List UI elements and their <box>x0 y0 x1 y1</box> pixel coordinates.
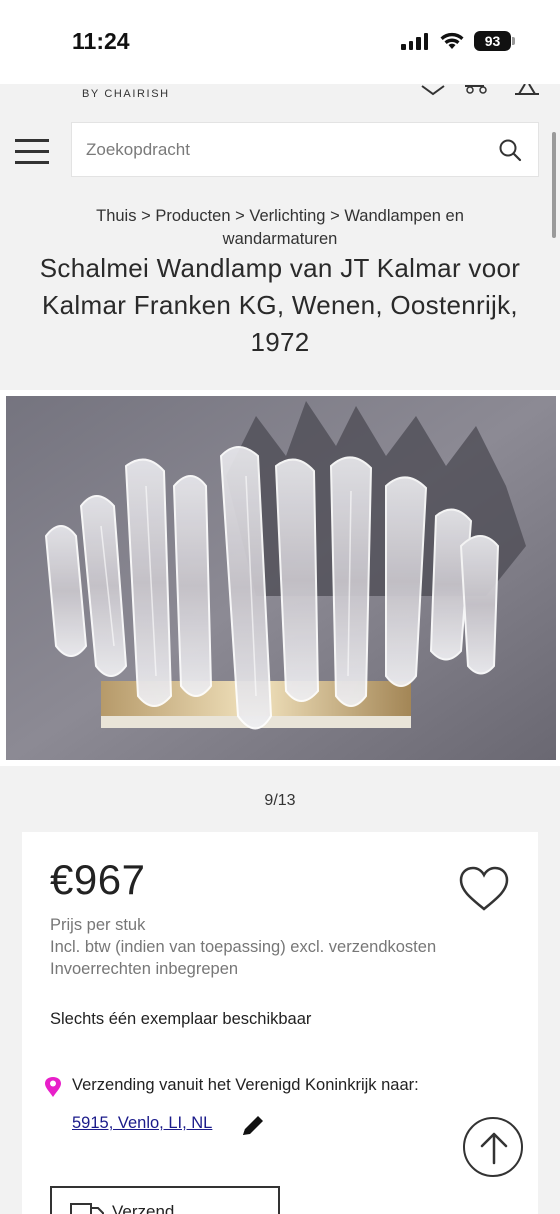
search-bar[interactable] <box>71 122 539 177</box>
product-image-carousel[interactable] <box>0 390 560 766</box>
pin-icon <box>45 1077 61 1097</box>
price: €967 <box>50 856 146 903</box>
shipping-quote-label: Verzend... <box>112 1202 189 1214</box>
duties-note: Invoerrechten inbegrepen <box>50 960 239 978</box>
breadcrumb-products[interactable]: Producten <box>155 207 230 225</box>
breadcrumb: Thuis > Producten > Verlichting > Wandla… <box>40 205 520 251</box>
tax-note: Incl. btw (indien van toepassing) excl. … <box>50 938 437 956</box>
wifi-icon <box>440 32 464 49</box>
breadcrumb-separator: > <box>330 207 340 225</box>
account-icon[interactable] <box>513 84 541 96</box>
heart-icon[interactable] <box>458 866 510 912</box>
breadcrumb-separator: > <box>141 207 151 225</box>
arrow-up-icon <box>480 1132 508 1165</box>
heart-icon[interactable] <box>420 84 446 96</box>
shipping-origin: Verzending vanuit het Verenigd Koninkrij… <box>72 1076 419 1094</box>
scrollbar[interactable] <box>552 132 556 238</box>
status-bar: 11:24 93 <box>0 0 560 84</box>
brand-tagline: BY CHAIRISH <box>82 88 170 100</box>
battery-tip <box>512 37 515 45</box>
battery-indicator: 93 <box>474 31 511 51</box>
back-to-top-button[interactable] <box>463 1117 523 1177</box>
cart-icon[interactable] <box>464 84 490 96</box>
search-icon[interactable] <box>498 138 522 162</box>
price-unit: Prijs per stuk <box>50 916 146 934</box>
menu-icon[interactable] <box>15 137 49 165</box>
breadcrumb-separator: > <box>235 207 245 225</box>
breadcrumb-lighting[interactable]: Verlichting <box>249 207 325 225</box>
truck-icon <box>70 1203 104 1214</box>
shipping-quote-button[interactable]: Verzend... <box>50 1186 280 1214</box>
search-input[interactable] <box>86 123 486 176</box>
availability-text: Slechts één exemplaar beschikbaar <box>50 1010 312 1028</box>
status-time: 11:24 <box>72 28 130 54</box>
price-meta: Prijs per stuk Incl. btw (indien van toe… <box>50 914 436 980</box>
pencil-icon[interactable] <box>240 1114 266 1138</box>
page-title: Schalmei Wandlamp van JT Kalmar voor Kal… <box>39 253 521 357</box>
shipping-location-link[interactable]: 5915, Venlo, LI, NL <box>72 1114 212 1133</box>
signal-icon <box>401 33 428 50</box>
price-card: €967 Prijs per stuk Incl. btw (indien va… <box>22 832 538 1214</box>
product-photo[interactable] <box>6 396 556 760</box>
image-counter: 9/13 <box>264 792 296 809</box>
breadcrumb-home[interactable]: Thuis <box>96 207 136 225</box>
